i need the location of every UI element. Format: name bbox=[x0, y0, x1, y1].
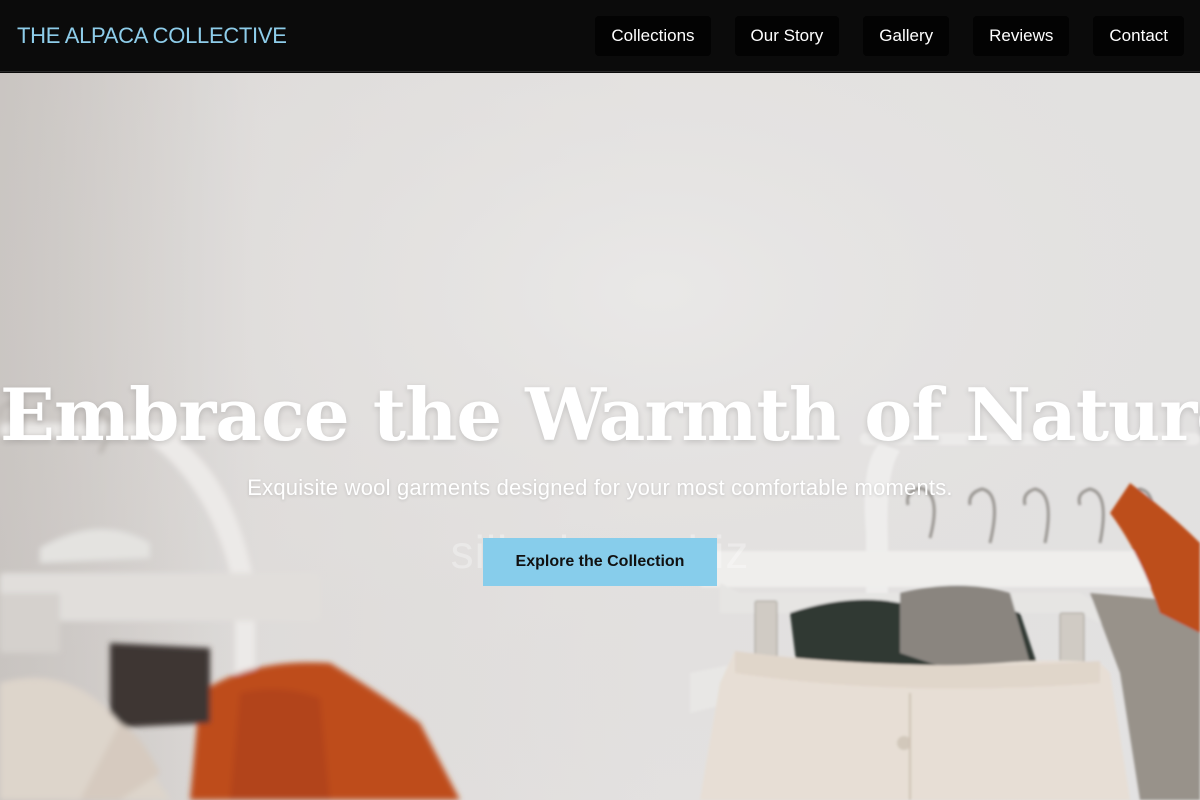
nav-collections[interactable]: Collections bbox=[595, 15, 711, 56]
explore-collection-button[interactable]: Explore the Collection bbox=[483, 538, 717, 586]
page: THE ALPACA COLLECTIVE Collections Our St… bbox=[0, 0, 1200, 800]
hero-section: sillyalpaca.biz Embrace the Warmth of Na… bbox=[0, 73, 1200, 800]
brand-logo[interactable]: THE ALPACA COLLECTIVE bbox=[17, 23, 287, 49]
nav-reviews[interactable]: Reviews bbox=[973, 15, 1070, 56]
nav-contact[interactable]: Contact bbox=[1093, 15, 1184, 56]
hero-title: Embrace the Warmth of Nature bbox=[0, 372, 1200, 457]
site-header: THE ALPACA COLLECTIVE Collections Our St… bbox=[0, 0, 1200, 72]
nav-gallery[interactable]: Gallery bbox=[863, 15, 950, 56]
hero-subtitle: Exquisite wool garments designed for you… bbox=[247, 475, 953, 500]
nav-our-story[interactable]: Our Story bbox=[734, 15, 840, 56]
hero-content: Embrace the Warmth of Nature Exquisite w… bbox=[0, 373, 1200, 586]
main-nav: Collections Our Story Gallery Reviews Co… bbox=[595, 15, 1184, 56]
